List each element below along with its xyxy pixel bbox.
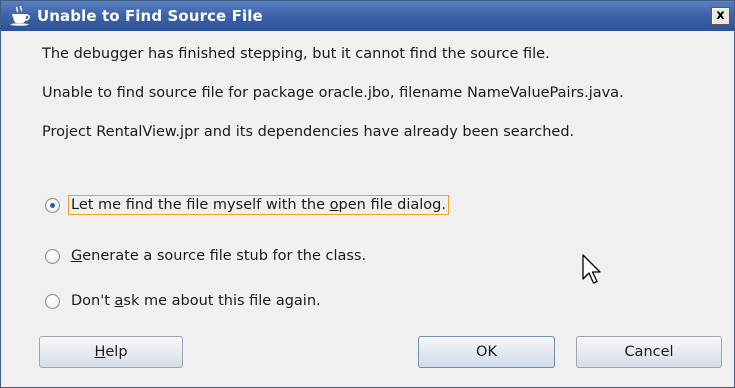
dialog-title: Unable to Find Source File bbox=[37, 7, 263, 25]
option-label: Let me find the file myself with the ope… bbox=[68, 195, 449, 215]
coffee-cup-icon bbox=[10, 6, 30, 26]
close-button[interactable]: x bbox=[711, 7, 730, 25]
close-icon: x bbox=[716, 8, 725, 23]
ok-button[interactable]: OK bbox=[418, 336, 555, 368]
dialog: Unable to Find Source File x The debugge… bbox=[0, 0, 735, 388]
ok-button-label: OK bbox=[476, 344, 497, 360]
option-label: Generate a source file stub for the clas… bbox=[71, 248, 367, 264]
cancel-button[interactable]: Cancel bbox=[576, 336, 722, 368]
message-line-3: Project RentalView.jpr and its dependenc… bbox=[42, 124, 575, 140]
radio-button[interactable] bbox=[45, 248, 60, 264]
option-open-file-dialog[interactable]: Let me find the file myself with the ope… bbox=[45, 193, 449, 217]
title-bar[interactable]: Unable to Find Source File x bbox=[1, 1, 734, 31]
option-generate-stub[interactable]: Generate a source file stub for the clas… bbox=[45, 244, 369, 268]
message-line-1: The debugger has finished stepping, but … bbox=[42, 46, 550, 62]
cancel-button-label: Cancel bbox=[624, 344, 674, 360]
radio-button[interactable] bbox=[45, 293, 60, 309]
message-line-2: Unable to find source file for package o… bbox=[42, 85, 624, 101]
option-dont-ask[interactable]: Don't ask me about this file again. bbox=[45, 289, 324, 313]
radio-button[interactable] bbox=[45, 197, 60, 213]
mouse-pointer-icon bbox=[582, 254, 601, 284]
option-label: Don't ask me about this file again. bbox=[71, 293, 321, 309]
help-button[interactable]: Help bbox=[39, 336, 183, 368]
help-button-label: Help bbox=[94, 344, 128, 360]
